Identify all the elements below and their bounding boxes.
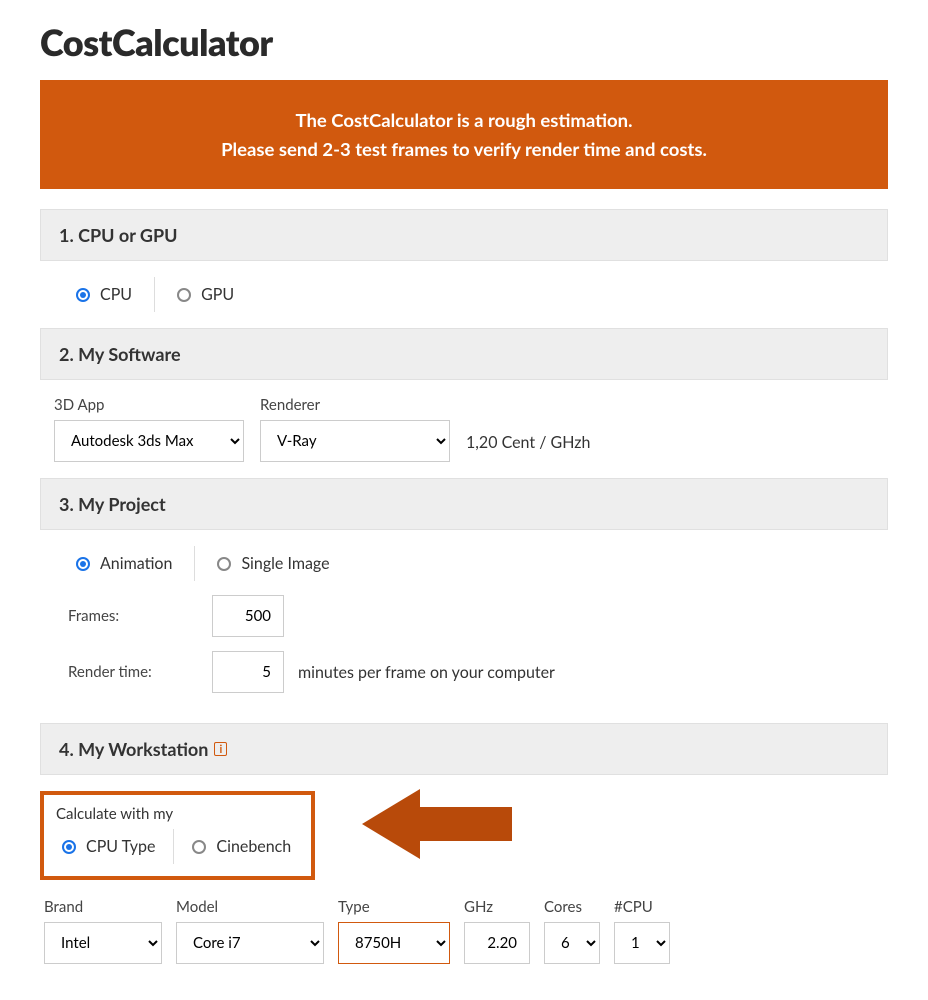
radio-cpu[interactable]: CPU — [54, 277, 155, 312]
radio-cpu-input[interactable] — [76, 288, 90, 302]
section-header-project: 3. My Project — [40, 478, 888, 530]
model-select[interactable]: Core i7 — [176, 922, 324, 964]
model-label: Model — [176, 898, 324, 916]
radio-animation[interactable]: Animation — [54, 546, 195, 581]
app-select[interactable]: Autodesk 3ds Max — [54, 420, 244, 462]
radio-cinebench[interactable]: Cinebench — [174, 829, 309, 864]
cpucount-label: #CPU — [614, 898, 670, 916]
radio-cinebench-label: Cinebench — [216, 837, 291, 856]
banner-line-2: Please send 2-3 test frames to verify re… — [60, 135, 868, 164]
radio-animation-label: Animation — [100, 554, 172, 573]
ghz-label: GHz — [464, 898, 530, 916]
ghz-input[interactable] — [464, 922, 530, 964]
cores-label: Cores — [544, 898, 600, 916]
section-workstation-text: 4. My Workstation — [59, 738, 208, 760]
renderer-label: Renderer — [260, 396, 450, 414]
render-time-input[interactable] — [212, 651, 284, 693]
section-header-workstation: 4. My Workstation i — [40, 723, 888, 775]
radio-single-label: Single Image — [241, 554, 329, 573]
calc-with-label: Calculate with my — [44, 805, 311, 829]
radio-cputype-input[interactable] — [62, 840, 76, 854]
type-select[interactable]: 8750H — [338, 922, 450, 964]
calc-highlight-box: Calculate with my CPU Type Cinebench — [40, 791, 315, 880]
page-title: CostCalculator — [40, 20, 888, 64]
section-body-cpu-gpu: CPU GPU — [40, 261, 888, 328]
section-body-software: 3D App Autodesk 3ds Max Renderer V-Ray 1… — [40, 380, 888, 478]
radio-gpu-input[interactable] — [177, 288, 191, 302]
section-header-software: 2. My Software — [40, 328, 888, 380]
radio-animation-input[interactable] — [76, 557, 90, 571]
render-time-suffix: minutes per frame on your computer — [298, 663, 555, 682]
cpucount-select[interactable]: 1 — [614, 922, 670, 964]
brand-select[interactable]: Intel — [44, 922, 162, 964]
type-label: Type — [338, 898, 450, 916]
frames-input[interactable] — [212, 595, 284, 637]
renderer-select[interactable]: V-Ray — [260, 420, 450, 462]
section-body-project: Animation Single Image Frames: Render ti… — [40, 530, 888, 723]
render-time-label: Render time: — [68, 663, 198, 681]
arrow-left-icon — [362, 785, 512, 863]
radio-gpu-label: GPU — [201, 285, 234, 304]
rate-text: 1,20 Cent / GHzh — [466, 433, 590, 462]
section-header-cpu-gpu: 1. CPU or GPU — [40, 209, 888, 261]
brand-label: Brand — [44, 898, 162, 916]
section-body-workstation: Calculate with my CPU Type Cinebench Bra… — [40, 775, 888, 980]
radio-cinebench-input[interactable] — [192, 840, 206, 854]
radio-gpu[interactable]: GPU — [155, 277, 256, 312]
app-label: 3D App — [54, 396, 244, 414]
frames-label: Frames: — [68, 607, 198, 625]
radio-single[interactable]: Single Image — [195, 546, 351, 581]
cores-select[interactable]: 6 — [544, 922, 600, 964]
info-icon[interactable]: i — [214, 742, 227, 756]
info-banner: The CostCalculator is a rough estimation… — [40, 80, 888, 189]
banner-line-1: The CostCalculator is a rough estimation… — [60, 106, 868, 135]
radio-cputype[interactable]: CPU Type — [44, 829, 174, 864]
radio-cpu-label: CPU — [100, 285, 132, 304]
radio-cputype-label: CPU Type — [86, 837, 155, 856]
radio-single-input[interactable] — [217, 557, 231, 571]
